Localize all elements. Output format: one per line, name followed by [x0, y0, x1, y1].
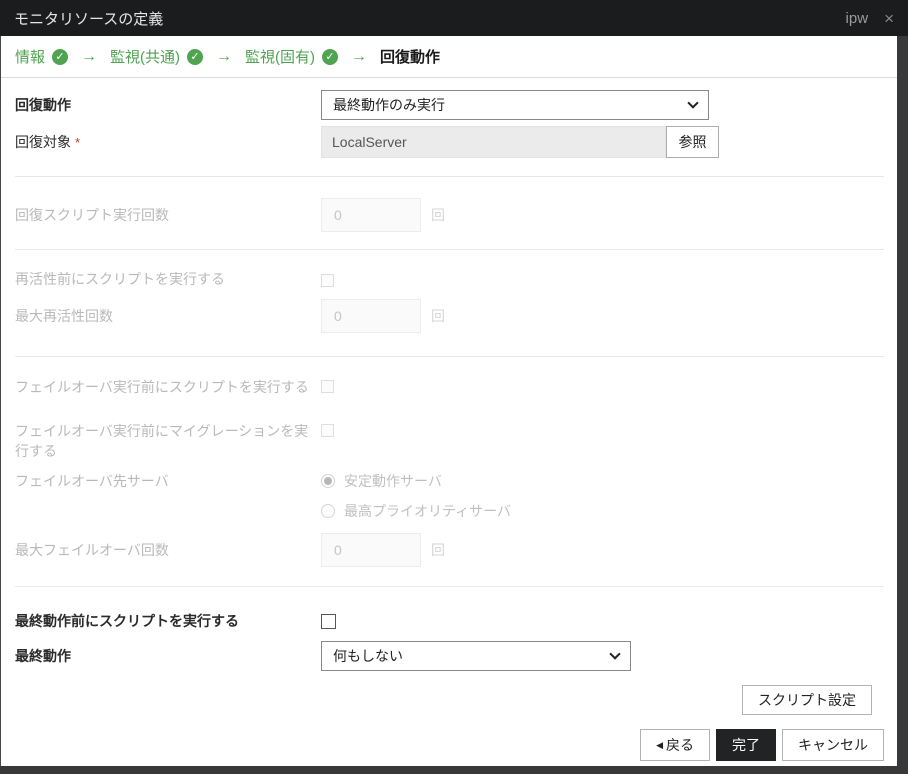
row-recovery-target: 回復対象 * LocalServer 参照: [15, 126, 884, 158]
wizard-step-monitor-special[interactable]: 監視(固有): [245, 46, 315, 67]
chevron-down-icon: [609, 648, 620, 659]
recovery-target-label-text: 回復対象: [15, 134, 71, 150]
final-action-script-checkbox[interactable]: [321, 614, 336, 629]
dialog-title: モニタリソースの定義: [14, 8, 163, 29]
reactivate-script-checkbox: [321, 274, 334, 287]
row-failover-migration: フェイルオーバ実行前にマイグレーションを実行する: [15, 421, 884, 461]
row-failover-script: フェイルオーバ実行前にスクリプトを実行する: [15, 377, 884, 417]
unit-label: 回: [431, 205, 445, 225]
section-divider: [15, 249, 884, 250]
back-button[interactable]: ◀戻る: [640, 729, 710, 761]
footer-button-row: ◀戻る 完了 キャンセル: [15, 729, 884, 761]
failover-server-label: フェイルオーバ先サーバ: [15, 471, 321, 491]
row-failover-server: フェイルオーバ先サーバ 安定動作サーバ 最高プライオリティサーバ: [15, 471, 884, 521]
arrow-right-icon: →: [216, 48, 232, 66]
wizard-step-monitor-common[interactable]: 監視(共通): [110, 46, 180, 67]
script-settings-row: スクリプト設定: [15, 685, 884, 715]
recovery-target-value: LocalServer: [332, 134, 407, 150]
radio-option-label: 最高プライオリティサーバ: [344, 501, 511, 521]
row-recovery-action: 回復動作 最終動作のみ実行: [15, 90, 884, 120]
check-circle-icon: ✓: [187, 49, 203, 65]
chevron-down-icon: [687, 97, 698, 108]
check-circle-icon: ✓: [52, 49, 68, 65]
back-button-label: 戻る: [666, 735, 694, 755]
recovery-action-label: 回復動作: [15, 95, 321, 115]
final-action-value: 何もしない: [333, 646, 403, 666]
failover-script-label: フェイルオーバ実行前にスクリプトを実行する: [15, 377, 321, 397]
finish-button[interactable]: 完了: [716, 729, 776, 761]
row-reactivate-script: 再活性前にスクリプトを実行する: [15, 269, 884, 289]
form-area: 回復動作 最終動作のみ実行 回復対象 * LocalServer 参照 回復スクリ…: [1, 78, 897, 761]
screen: モニタリソースの定義 ipw × 情報 ✓ → 監視(共通) ✓ → 監視(固有…: [0, 0, 908, 774]
recovery-action-select[interactable]: 最終動作のみ実行: [321, 90, 709, 120]
dialog-titlebar: モニタリソースの定義 ipw ×: [0, 0, 908, 36]
browse-button[interactable]: 参照: [666, 126, 719, 158]
max-failover-input: [321, 533, 421, 567]
recovery-action-value: 最終動作のみ実行: [333, 95, 445, 115]
script-settings-button[interactable]: スクリプト設定: [742, 685, 872, 715]
radio-option-stable-server: 安定動作サーバ: [321, 471, 511, 491]
row-recovery-script-count: 回復スクリプト実行回数 回: [15, 198, 884, 232]
reactivate-script-label: 再活性前にスクリプトを実行する: [15, 269, 321, 289]
failover-migration-label: フェイルオーバ実行前にマイグレーションを実行する: [15, 421, 321, 461]
unit-label: 回: [431, 306, 445, 326]
recovery-target-field: LocalServer: [321, 126, 666, 158]
recovery-script-count-label: 回復スクリプト実行回数: [15, 205, 321, 225]
final-action-script-label: 最終動作前にスクリプトを実行する: [15, 611, 321, 631]
radio-selected-icon: [321, 474, 335, 488]
cancel-button[interactable]: キャンセル: [782, 729, 884, 761]
radio-option-label: 安定動作サーバ: [344, 471, 442, 491]
dialog-body: 情報 ✓ → 監視(共通) ✓ → 監視(固有) ✓ → 回復動作 回復動作 最…: [0, 36, 897, 766]
row-final-action-script: 最終動作前にスクリプトを実行する: [15, 611, 884, 631]
triangle-left-icon: ◀: [656, 740, 663, 751]
row-max-reactivation: 最大再活性回数 回: [15, 299, 884, 333]
max-reactivation-label: 最大再活性回数: [15, 306, 321, 326]
close-icon[interactable]: ×: [884, 10, 894, 27]
section-divider: [15, 586, 884, 587]
arrow-right-icon: →: [351, 48, 367, 66]
unit-label: 回: [431, 540, 445, 560]
wizard-step-info[interactable]: 情報: [15, 46, 45, 67]
required-asterisk: *: [75, 135, 80, 150]
final-action-select[interactable]: 何もしない: [321, 641, 631, 671]
row-max-failover: 最大フェイルオーバ回数 回: [15, 533, 884, 567]
max-failover-label: 最大フェイルオーバ回数: [15, 540, 321, 560]
radio-unselected-icon: [321, 504, 335, 518]
recovery-target-label: 回復対象 *: [15, 132, 321, 153]
section-divider: [15, 356, 884, 357]
radio-option-highest-priority-server: 最高プライオリティサーバ: [321, 501, 511, 521]
max-reactivation-input: [321, 299, 421, 333]
row-final-action: 最終動作 何もしない: [15, 641, 884, 671]
check-circle-icon: ✓: [322, 49, 338, 65]
final-action-label: 最終動作: [15, 646, 321, 666]
failover-script-checkbox: [321, 380, 334, 393]
wizard-breadcrumb: 情報 ✓ → 監視(共通) ✓ → 監視(固有) ✓ → 回復動作: [1, 36, 897, 78]
arrow-right-icon: →: [81, 48, 97, 66]
recovery-script-count-input: [321, 198, 421, 232]
wizard-step-recovery-action: 回復動作: [380, 46, 440, 67]
window-badge: ipw: [846, 10, 869, 27]
failover-server-radio-group: 安定動作サーバ 最高プライオリティサーバ: [321, 471, 511, 521]
section-divider: [15, 176, 884, 177]
failover-migration-checkbox: [321, 424, 334, 437]
